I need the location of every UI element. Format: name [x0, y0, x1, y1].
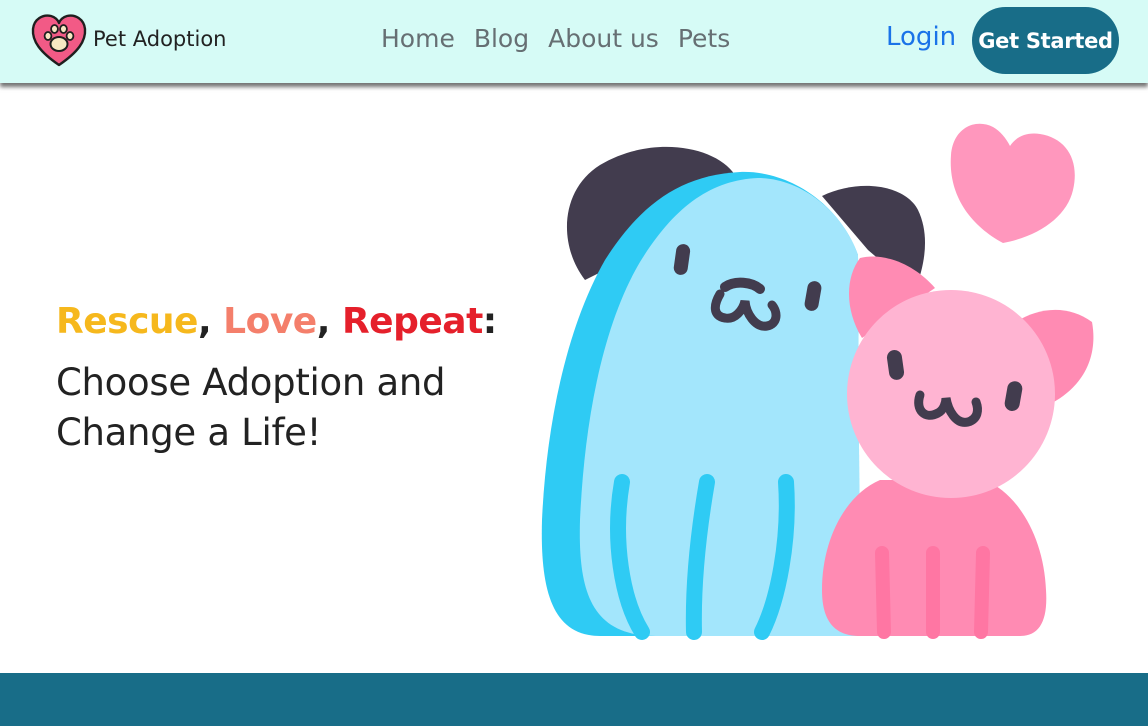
cat-head — [847, 290, 1055, 498]
nav-link-home[interactable]: Home — [381, 24, 455, 53]
nav-link-pets[interactable]: Pets — [678, 24, 730, 53]
login-link[interactable]: Login — [886, 22, 956, 52]
headline-line-1: Choose Adoption and — [56, 361, 446, 404]
navbar: Pet Adoption Home Blog About us Pets Log… — [0, 0, 1148, 83]
tagline-word-love: Love — [223, 301, 317, 342]
tagline-separator: , — [197, 301, 224, 342]
nav-link-blog[interactable]: Blog — [474, 24, 529, 53]
get-started-button[interactable]: Get Started — [972, 7, 1119, 74]
headline-line-2: Change a Life! — [56, 411, 322, 454]
footer-band — [0, 673, 1148, 726]
tagline-word-rescue: Rescue — [56, 301, 198, 342]
dog-and-cat-illustration — [541, 123, 1094, 640]
tagline-colon: : — [482, 301, 497, 342]
tagline-separator: , — [316, 301, 342, 342]
cat-leg-1 — [875, 546, 891, 639]
main-nav: Home Blog About us Pets — [381, 24, 749, 53]
cat-leg-3 — [974, 546, 990, 639]
brand-name: Pet Adoption — [93, 27, 227, 51]
heart-paw-icon — [31, 14, 87, 67]
hero-headline: Choose Adoption and Change a Life! — [56, 358, 516, 458]
brand[interactable]: Pet Adoption — [30, 12, 226, 70]
nav-link-about-us[interactable]: About us — [548, 24, 659, 53]
hero-text: Rescue, Love, Repeat: Choose Adoption an… — [56, 298, 516, 458]
heart-icon — [950, 123, 1075, 243]
tagline-word-repeat: Repeat — [341, 301, 483, 342]
hero-tagline: Rescue, Love, Repeat: — [56, 298, 516, 346]
